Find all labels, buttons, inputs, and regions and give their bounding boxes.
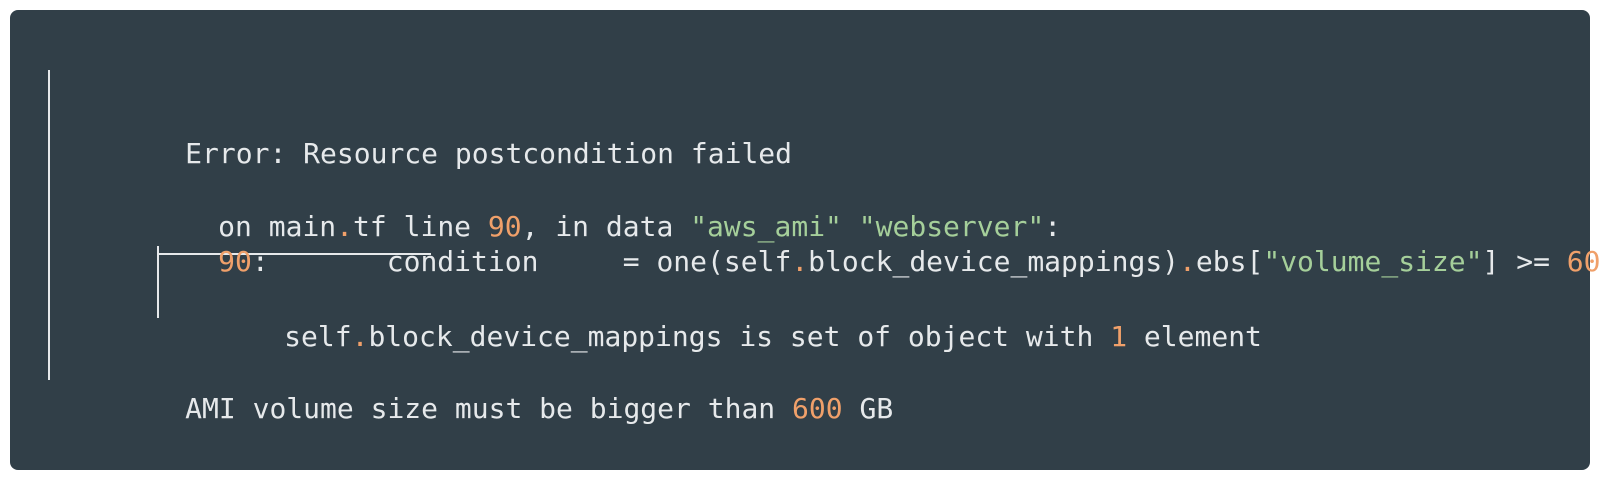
gutter-bar [48, 160, 50, 380]
gutter-bar [48, 70, 50, 160]
threshold-value: 600 [1566, 245, 1600, 278]
source-line: 90: condition = one(self.block_device_ma… [117, 208, 1600, 278]
terminal-output-panel: Error: Resource postcondition failed on … [10, 10, 1600, 470]
error-message: AMI volume size must be bigger than 600 … [185, 392, 894, 425]
error-output: Error: Resource postcondition failed on … [10, 10, 1600, 470]
source-line-number: 90 [218, 245, 252, 278]
attribute-key: "volume_size" [1263, 245, 1483, 278]
error-title: Error: Resource postcondition failed [185, 137, 793, 170]
error-location: on main.tf line 90, in data "aws_ami" "w… [218, 210, 1062, 243]
expression-detail: self.block_device_mappings is set of obj… [284, 320, 1262, 353]
size-value: 600 [792, 392, 843, 425]
element-count: 1 [1110, 320, 1128, 353]
